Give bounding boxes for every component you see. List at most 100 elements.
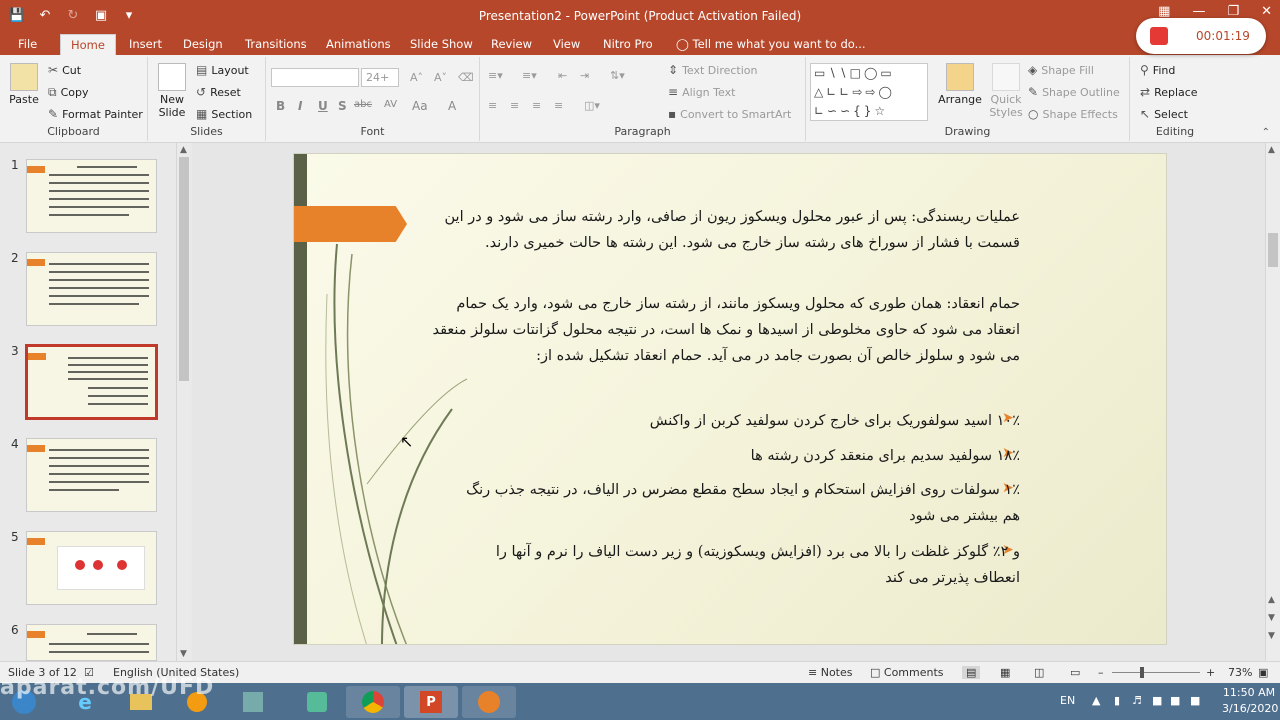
shrink-font-icon[interactable]: A˅: [434, 71, 447, 84]
copy-button[interactable]: ⧉ Copy: [48, 85, 88, 100]
clock-time[interactable]: 11:50 AM: [1222, 686, 1276, 699]
restore-button[interactable]: ❐: [1227, 4, 1239, 19]
bullet-item[interactable]: ۱۸٪ سولفید سدیم برای منعقد کردن رشته ها: [460, 443, 1020, 469]
grow-font-icon[interactable]: A˄: [410, 71, 423, 84]
bullet-item[interactable]: و ۲٪ گلوکز غلظت را بالا می برد (افزایش و…: [460, 539, 1020, 591]
align-center-icon[interactable]: ≡: [510, 99, 519, 112]
zoom-in-button[interactable]: +: [1206, 666, 1215, 679]
scroll-down-icon[interactable]: ▼: [1268, 631, 1275, 641]
screen-recorder-widget[interactable]: 00:01:19: [1136, 18, 1266, 54]
paste-button[interactable]: Paste: [6, 63, 42, 106]
tab-file[interactable]: File: [18, 37, 37, 51]
format-painter-button[interactable]: ✎ Format Painter: [48, 107, 143, 121]
taskbar-network[interactable]: [290, 686, 344, 718]
slide-paragraph-spinning[interactable]: عملیات ریسندگی: پس از عبور محلول ویسکوز …: [430, 204, 1020, 256]
slide-show-icon[interactable]: ▭: [1070, 666, 1080, 679]
taskbar-chrome[interactable]: [346, 686, 400, 718]
scroll-up-icon[interactable]: ▲: [180, 145, 187, 155]
character-spacing-button[interactable]: AV: [384, 99, 397, 110]
new-slide-button[interactable]: New Slide: [154, 63, 190, 119]
shapes-gallery[interactable]: ▭∖∖□◯▭ △∟∟⇨⇨◯ ∟∽∽{}☆: [810, 63, 928, 121]
slide-thumbnail-3-selected[interactable]: [25, 344, 158, 420]
justify-icon[interactable]: ≡: [554, 99, 563, 112]
fit-slide-icon[interactable]: ▣: [1258, 666, 1268, 679]
slide-paragraph-coagulation-bath[interactable]: حمام انعقاد: همان طوری که محلول ویسکوز م…: [430, 291, 1020, 369]
replace-button[interactable]: ⇄ Replace: [1140, 85, 1198, 99]
stop-recording-icon[interactable]: [1150, 27, 1168, 45]
numbering-icon[interactable]: ≡▾: [522, 69, 537, 82]
slide-thumbnail-4[interactable]: [26, 438, 157, 512]
scroll-up-icon[interactable]: ▲: [1268, 145, 1275, 155]
underline-button[interactable]: U: [318, 99, 328, 113]
tab-nitro-pro[interactable]: Nitro Pro: [603, 37, 653, 51]
bullet-item[interactable]: ۱٪ سولفات روی افزایش استحکام و ایجاد سطح…: [460, 477, 1020, 529]
volume-icon[interactable]: ♬: [1132, 694, 1142, 707]
font-size-box[interactable]: 24+: [361, 68, 399, 87]
quick-styles-button[interactable]: Quick Styles: [988, 63, 1024, 119]
taskbar-recorder[interactable]: [462, 686, 516, 718]
clock-date[interactable]: 3/16/2020: [1222, 702, 1278, 715]
taskbar-app[interactable]: [226, 686, 280, 718]
reading-view-icon[interactable]: ◫: [1034, 666, 1044, 679]
slide-thumbnail-2[interactable]: [26, 252, 157, 326]
zoom-out-button[interactable]: –: [1098, 666, 1104, 679]
section-button[interactable]: ▦ Section: [196, 107, 252, 121]
find-button[interactable]: ⚲ Find: [1140, 63, 1175, 77]
reset-button[interactable]: ↺ Reset: [196, 85, 241, 99]
tell-me-search[interactable]: ◯ Tell me what you want to do...: [676, 37, 866, 51]
comments-button[interactable]: □ Comments: [870, 666, 944, 679]
line-spacing-icon[interactable]: ⇅▾: [610, 69, 625, 82]
previous-slide-icon[interactable]: ▲: [1268, 595, 1275, 605]
slide-sorter-icon[interactable]: ▦: [1000, 666, 1010, 679]
increase-indent-icon[interactable]: ⇥: [580, 69, 589, 82]
align-left-icon[interactable]: ≡: [488, 99, 497, 112]
collapse-ribbon-icon[interactable]: ⌃: [1262, 127, 1270, 138]
layout-button[interactable]: ▤ Layout: [196, 63, 249, 77]
select-button[interactable]: ↖ Select: [1140, 107, 1188, 121]
notes-button[interactable]: ≡ Notes: [808, 666, 853, 679]
thumbnails-scrollbar[interactable]: ▲ ▼: [176, 143, 190, 661]
tray-app-icon-2[interactable]: ■: [1170, 694, 1180, 707]
bullet-item[interactable]: ۱۰٪ اسید سولفوریک برای خارج کردن سولفید …: [460, 408, 1020, 434]
zoom-slider-thumb[interactable]: [1140, 667, 1144, 678]
editor-vertical-scrollbar[interactable]: ▲ ▲ ▼ ▼: [1265, 143, 1280, 661]
align-right-icon[interactable]: ≡: [532, 99, 541, 112]
tray-app-icon-3[interactable]: ■: [1190, 694, 1200, 707]
text-direction-button[interactable]: ⇕ Text Direction: [668, 63, 758, 77]
tab-slide-show[interactable]: Slide Show: [410, 37, 473, 51]
tab-review[interactable]: Review: [491, 37, 532, 51]
arrange-button[interactable]: Arrange: [938, 63, 982, 106]
tab-view[interactable]: View: [553, 37, 580, 51]
font-color-button[interactable]: A: [448, 99, 456, 113]
tab-design[interactable]: Design: [183, 37, 223, 51]
minimize-button[interactable]: —: [1192, 4, 1205, 19]
taskbar-powerpoint[interactable]: P: [404, 686, 458, 718]
network-status-icon[interactable]: ▮: [1114, 694, 1120, 707]
slide-thumbnail-1[interactable]: [26, 159, 157, 233]
tab-animations[interactable]: Animations: [326, 37, 391, 51]
tab-home[interactable]: Home: [60, 34, 116, 55]
input-language[interactable]: EN: [1060, 694, 1075, 707]
columns-icon[interactable]: ◫▾: [584, 99, 600, 112]
slide-thumbnail-5[interactable]: [26, 531, 157, 605]
zoom-slider[interactable]: [1112, 672, 1200, 673]
slide-3[interactable]: عملیات ریسندگی: پس از عبور محلول ویسکوز …: [293, 153, 1167, 645]
scroll-down-icon[interactable]: ▼: [180, 649, 187, 659]
cut-button[interactable]: ✂ Cut: [48, 63, 81, 77]
clear-formatting-icon[interactable]: ⌫: [458, 71, 474, 84]
align-text-button[interactable]: ≡ Align Text: [668, 85, 735, 99]
scrollbar-thumb[interactable]: [1268, 233, 1278, 267]
bold-button[interactable]: B: [276, 99, 285, 113]
shape-fill-button[interactable]: ◈ Shape Fill: [1028, 63, 1094, 77]
zoom-level[interactable]: 73%: [1228, 666, 1252, 679]
tab-insert[interactable]: Insert: [129, 37, 162, 51]
shadow-button[interactable]: S: [338, 99, 347, 113]
tray-app-icon[interactable]: ■: [1152, 694, 1162, 707]
ribbon-display-options-icon[interactable]: ▦: [1158, 4, 1170, 19]
strikethrough-button[interactable]: abc: [354, 99, 372, 110]
decrease-indent-icon[interactable]: ⇤: [558, 69, 567, 82]
shape-effects-button[interactable]: ○ Shape Effects: [1028, 107, 1118, 121]
bullets-icon[interactable]: ≡▾: [488, 69, 503, 82]
italic-button[interactable]: I: [298, 99, 302, 113]
font-name-box[interactable]: [271, 68, 359, 87]
